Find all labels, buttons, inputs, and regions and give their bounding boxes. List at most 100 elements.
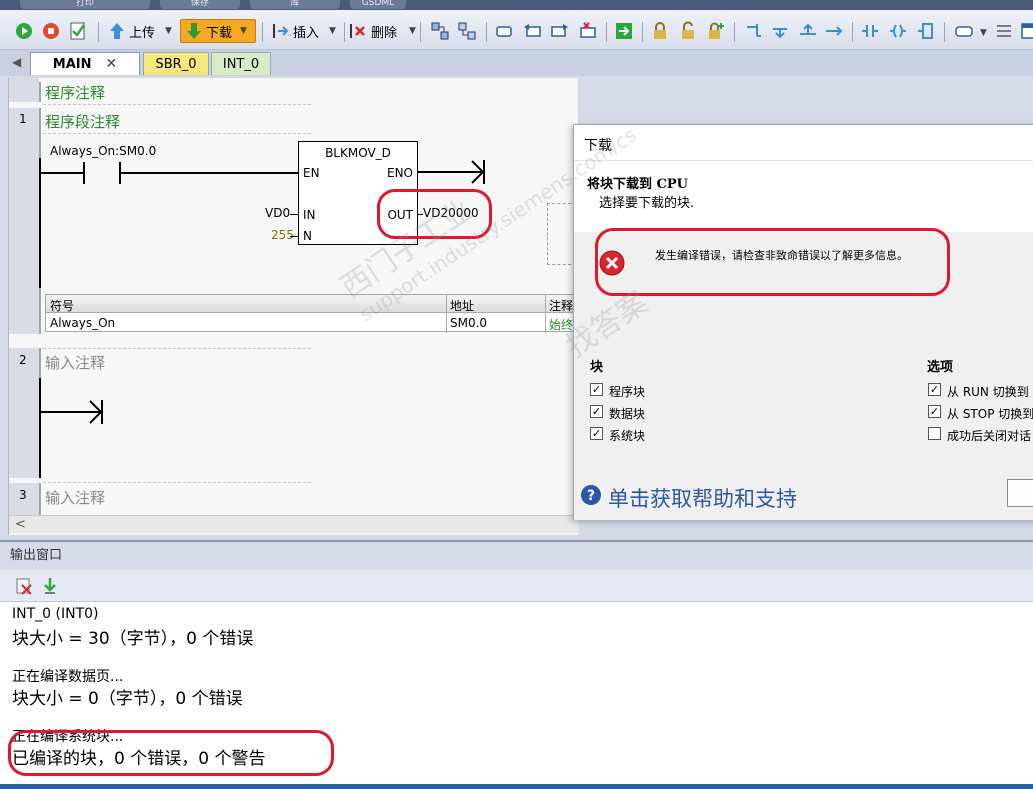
system-block-checkbox[interactable]: ✓: [590, 427, 603, 440]
tab-main-label: MAIN: [52, 56, 92, 72]
compile-icon[interactable]: [68, 21, 88, 41]
table-cell[interactable]: SM0.0: [450, 316, 487, 330]
network-icon[interactable]: [430, 21, 450, 41]
insert-icon: [273, 24, 289, 38]
address-header: 地址: [450, 299, 475, 313]
library-tab[interactable]: 库: [250, 0, 340, 9]
goto-error-icon[interactable]: [40, 576, 60, 596]
save-tab[interactable]: 保存: [160, 0, 240, 9]
lock-add-icon[interactable]: [706, 21, 726, 41]
block-icon[interactable]: [494, 21, 514, 41]
window-icon[interactable]: [1020, 21, 1033, 41]
print-tab[interactable]: 打印: [20, 0, 150, 9]
line-up-icon[interactable]: [798, 21, 818, 41]
help-icon[interactable]: ?: [580, 484, 602, 506]
in-value[interactable]: VD0: [265, 206, 290, 220]
scroll-left-icon[interactable]: ◀: [12, 55, 21, 69]
coil-icon[interactable]: [888, 21, 908, 41]
options-title: 选项: [927, 360, 954, 375]
network-comment[interactable]: 程序段注释: [45, 111, 120, 132]
network-comment[interactable]: 输入注释: [45, 352, 105, 373]
symbol-header: 符号: [50, 299, 75, 313]
insert-label: 插入: [293, 25, 320, 41]
branch-up-icon[interactable]: [744, 21, 764, 41]
contact-left[interactable]: [83, 162, 85, 184]
comment-box-icon[interactable]: [954, 21, 974, 41]
network-number: 1: [19, 112, 27, 126]
checkbox-label: 程序块: [609, 385, 646, 399]
close-icon[interactable]: ✕: [105, 56, 117, 72]
help-link[interactable]: 单击获取帮助和支持: [608, 483, 797, 513]
arrow-up-icon: [110, 23, 124, 39]
box-icon[interactable]: [916, 21, 936, 41]
block-remove-icon[interactable]: [578, 21, 598, 41]
run-icon[interactable]: [14, 21, 34, 41]
arrow-right-icon: [89, 400, 103, 424]
line-right-icon[interactable]: [824, 21, 844, 41]
program-comment[interactable]: 程序注释: [45, 82, 105, 103]
chevron-down-icon[interactable]: ▼: [409, 26, 416, 36]
blocks-title: 块: [590, 360, 604, 375]
goto-icon[interactable]: [614, 21, 634, 41]
checkbox-label: 数据块: [609, 407, 646, 421]
contact-label: Always_On:SM0.0: [50, 144, 157, 158]
gsdml-tab[interactable]: GSDML: [350, 0, 406, 9]
arrow-down-icon: [187, 23, 201, 39]
highlight-error-oval: [595, 228, 950, 296]
run-to-stop-checkbox[interactable]: ✓: [928, 383, 941, 396]
highlight-output-oval: [8, 730, 334, 776]
stop-to-run-checkbox[interactable]: ✓: [928, 405, 941, 418]
en-pin: EN: [303, 166, 320, 180]
horizontal-scrollbar[interactable]: <: [9, 515, 579, 533]
table-cell[interactable]: Always_On: [50, 316, 115, 330]
network-comment[interactable]: 输入注释: [45, 487, 105, 508]
svg-text:?: ?: [587, 488, 595, 504]
upload-label: 上传: [129, 25, 156, 41]
symbol-table: 符号 地址 注释 Always_On SM0.0 始终: [45, 294, 580, 333]
upload-button[interactable]: 上传 ▼: [108, 19, 172, 43]
ok-button[interactable]: [1007, 479, 1033, 507]
chevron-down-icon[interactable]: ▼: [980, 28, 987, 38]
branch-down-icon[interactable]: [770, 21, 790, 41]
in-pin: IN: [303, 208, 316, 222]
network-alt-icon[interactable]: [457, 21, 477, 41]
delete-button[interactable]: 删除 ▼: [348, 19, 416, 43]
chevron-down-icon[interactable]: ▼: [329, 26, 336, 36]
output-line: INT_0 (INT0): [12, 606, 99, 622]
tab-main[interactable]: MAIN ✕: [30, 52, 140, 75]
output-line: 块大小 = 0（字节），0 个错误: [12, 689, 243, 709]
dialog-subheading: 选择要下载的块.: [599, 196, 695, 211]
eno-pin: ENO: [386, 166, 413, 180]
n-pin: N: [303, 229, 312, 243]
n-value[interactable]: 255: [271, 228, 294, 242]
checkbox-label: 成功后关闭对话: [947, 429, 1032, 443]
program-block-checkbox[interactable]: ✓: [590, 383, 603, 396]
delete-label: 删除: [371, 25, 398, 41]
close-on-success-checkbox[interactable]: [928, 427, 941, 440]
top-menu-strip: 打印 保存 库 GSDML: [0, 0, 1033, 10]
unlock-icon[interactable]: [678, 21, 698, 41]
grid-icon[interactable]: [994, 21, 1014, 41]
stop-icon[interactable]: [41, 21, 61, 41]
comment-header: 注释: [549, 299, 574, 313]
block-prev-icon[interactable]: [522, 21, 542, 41]
data-block-checkbox[interactable]: ✓: [590, 405, 603, 418]
chevron-down-icon[interactable]: ▼: [165, 26, 172, 36]
download-button[interactable]: 下载 ▼: [180, 19, 256, 43]
clear-output-icon[interactable]: [14, 576, 34, 596]
checkbox-label: 系统块: [609, 429, 646, 443]
output-line: 块大小 = 30（字节），0 个错误: [12, 629, 254, 649]
block-next-icon[interactable]: [550, 21, 570, 41]
chevron-down-icon[interactable]: ▼: [240, 26, 247, 36]
contact-icon[interactable]: [860, 21, 880, 41]
tab-int0[interactable]: INT_0: [211, 52, 271, 75]
tab-sbr0[interactable]: SBR_0: [143, 52, 209, 75]
ladder-editor[interactable]: 程序注释 1 程序段注释 Always_On:SM0.0 BLKMOV_D EN…: [8, 78, 587, 535]
dialog-title: 下载: [584, 138, 612, 154]
toolbar: 上传 ▼ 下载 ▼ 插入 ▼ 删除 ▼ ▼: [0, 10, 1033, 50]
output-title: 输出窗口: [0, 540, 1033, 570]
scroll-left-icon[interactable]: <: [15, 517, 26, 532]
insert-button[interactable]: 插入 ▼: [270, 19, 336, 43]
lock-icon[interactable]: [650, 21, 670, 41]
editor-tab-bar: ◀ MAIN ✕ SBR_0 INT_0: [0, 50, 1033, 76]
